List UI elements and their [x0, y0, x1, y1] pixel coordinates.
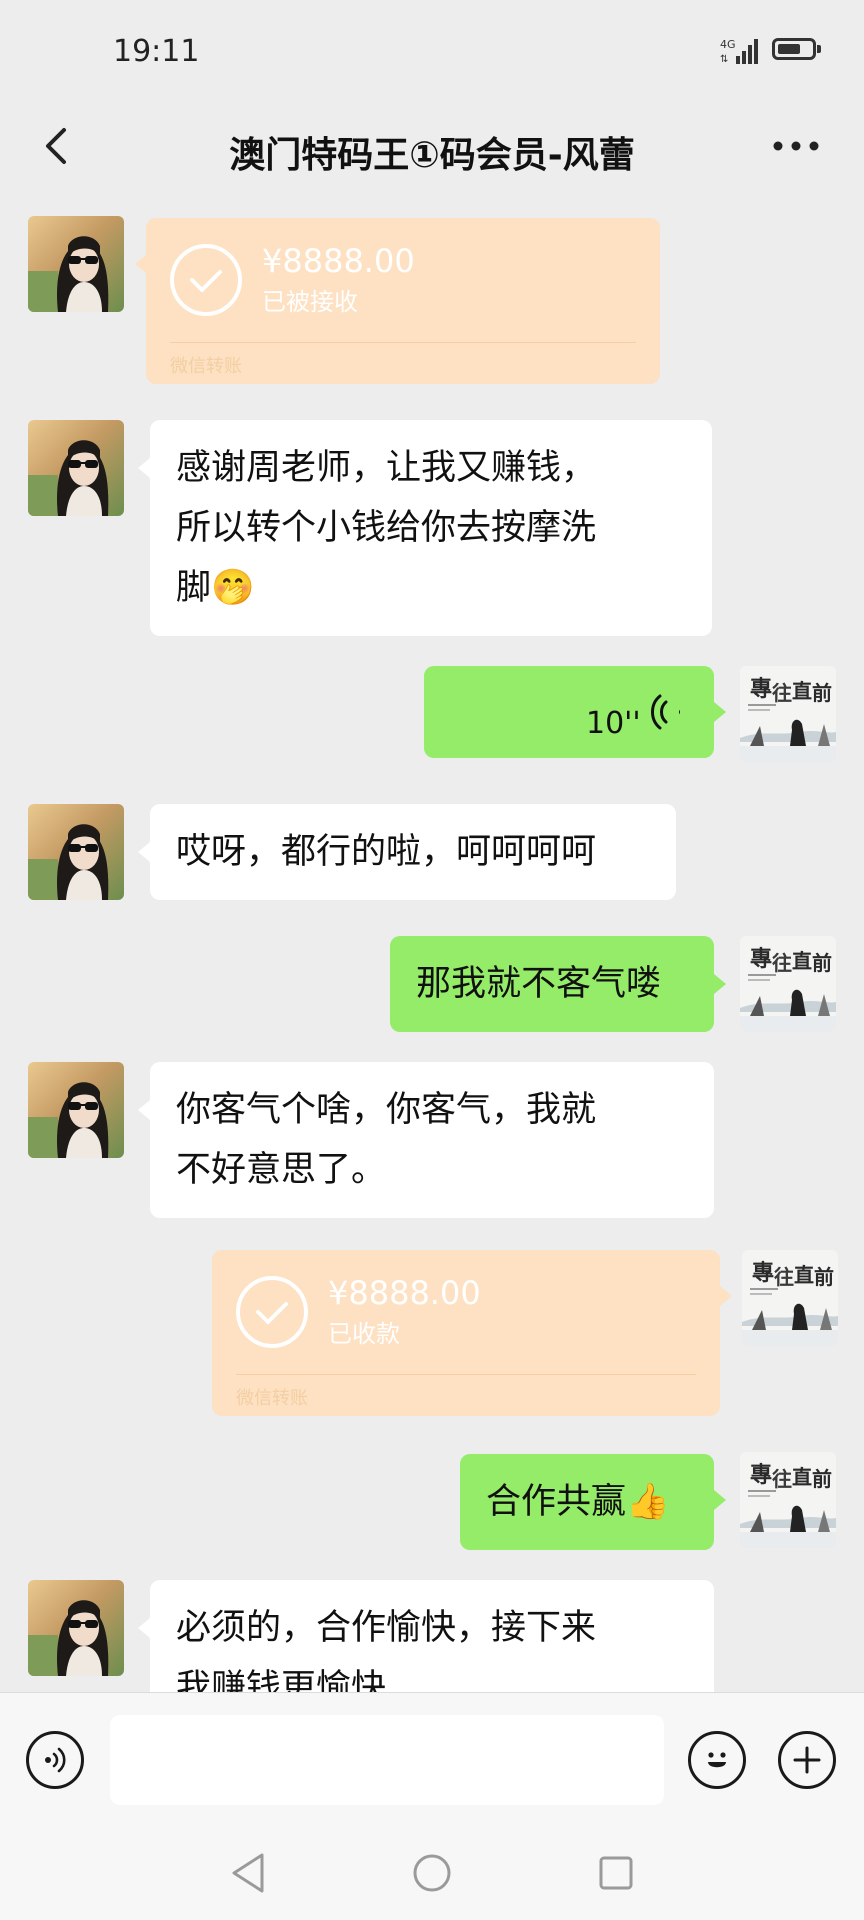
transfer-amount: ¥8888.00: [262, 242, 415, 280]
message-bubble-incoming[interactable]: 你客气个啥，你客气，我就 不好意思了。: [150, 1062, 714, 1218]
message-line: 脚🤭: [176, 568, 255, 608]
transfer-card-accepted[interactable]: ¥8888.00 已收款 微信转账: [212, 1250, 720, 1416]
message-line: 我赚钱更愉快: [176, 1668, 387, 1692]
system-recents-button[interactable]: [588, 1848, 644, 1898]
bubble-tail: [720, 1286, 732, 1306]
more-functions-button[interactable]: [778, 1731, 836, 1789]
bubble-tail: [714, 1490, 726, 1510]
my-avatar[interactable]: [740, 936, 836, 1032]
status-time: 19:11: [113, 34, 200, 69]
transfer-footer: 微信转账: [170, 356, 242, 377]
bubble-tail: [138, 1100, 150, 1120]
transfer-footer: 微信转账: [236, 1388, 308, 1409]
system-back-button[interactable]: [220, 1848, 276, 1898]
plus-icon: [793, 1746, 821, 1774]
triangle-back-icon: [232, 1853, 264, 1893]
message-bubble-outgoing[interactable]: 那我就不客气喽: [390, 936, 714, 1032]
system-navigation-bar: [0, 1826, 864, 1920]
transfer-status: 已被接收: [262, 288, 358, 316]
contact-avatar[interactable]: [28, 1580, 124, 1676]
message-line: 合作共赢👍: [486, 1482, 670, 1522]
more-button[interactable]: [760, 118, 832, 174]
message-input[interactable]: [110, 1715, 664, 1805]
voice-icon: [45, 1747, 66, 1773]
bubble-tail: [138, 842, 150, 862]
bubble-tail: [714, 974, 726, 994]
voice-wave-icon: [651, 694, 680, 730]
message-line: 不好意思了。: [176, 1150, 387, 1190]
message-line: 所以转个小钱给你去按摩洗: [176, 508, 597, 548]
voice-message-bubble[interactable]: 10'': [424, 666, 714, 758]
transfer-divider: [170, 342, 636, 343]
chevron-left-icon: [46, 128, 66, 164]
system-home-button[interactable]: [404, 1848, 460, 1898]
contact-avatar[interactable]: [28, 216, 124, 312]
signal-icon: 4G ⇅: [720, 38, 758, 65]
message-line: 你客气个啥，你客气，我就: [176, 1090, 597, 1130]
message-bubble-incoming[interactable]: 哎呀，都行的啦，呵呵呵呵: [150, 804, 676, 900]
bubble-tail: [138, 458, 150, 478]
message-line: 必须的，合作愉快，接下来: [176, 1608, 597, 1648]
transfer-amount: ¥8888.00: [328, 1274, 481, 1312]
message-list[interactable]: ¥8888.00 已被接收 微信转账 感谢周老师，让我又赚钱， 所以转个小钱给你…: [0, 192, 864, 1692]
bubble-tail: [714, 702, 726, 722]
my-avatar[interactable]: [740, 666, 836, 762]
message-line: 感谢周老师，让我又赚钱，: [176, 448, 597, 488]
chat-title: 澳门特码王①码会员-风蕾: [229, 135, 635, 176]
battery-icon: [772, 38, 821, 60]
input-bar: [0, 1692, 864, 1827]
battery-level: [778, 44, 800, 54]
voice-duration: 10'': [586, 706, 641, 741]
emoji-button[interactable]: [688, 1731, 746, 1789]
message-bubble-incoming[interactable]: 感谢周老师，让我又赚钱， 所以转个小钱给你去按摩洗 脚🤭: [150, 420, 712, 636]
check-circle-icon: [170, 244, 242, 316]
circle-home-icon: [413, 1854, 451, 1892]
network-label: 4G: [720, 38, 736, 51]
smiley-icon: [708, 1752, 726, 1768]
svg-text:⇅: ⇅: [720, 54, 728, 65]
transfer-status: 已收款: [328, 1320, 400, 1348]
transfer-divider: [236, 1374, 696, 1375]
back-button[interactable]: [28, 118, 84, 174]
more-dots-icon: [773, 141, 819, 151]
message-line: 哎呀，都行的啦，呵呵呵呵: [176, 832, 597, 872]
contact-avatar[interactable]: [28, 804, 124, 900]
square-recents-icon: [599, 1856, 633, 1890]
voice-input-button[interactable]: [26, 1731, 84, 1789]
check-circle-icon: [236, 1276, 308, 1348]
bubble-tail: [138, 1618, 150, 1638]
contact-avatar[interactable]: [28, 1062, 124, 1158]
transfer-card-received[interactable]: ¥8888.00 已被接收 微信转账: [146, 218, 660, 384]
chat-header: 澳门特码王①码会员-风蕾: [0, 100, 864, 192]
status-bar: 19:11 4G ⇅: [0, 0, 864, 100]
message-bubble-outgoing[interactable]: 合作共赢👍: [460, 1454, 714, 1550]
message-bubble-incoming[interactable]: 必须的，合作愉快，接下来 我赚钱更愉快: [150, 1580, 714, 1692]
my-avatar[interactable]: [740, 1452, 836, 1548]
message-line: 那我就不客气喽: [416, 964, 662, 1004]
my-avatar[interactable]: [742, 1250, 838, 1346]
contact-avatar[interactable]: [28, 420, 124, 516]
